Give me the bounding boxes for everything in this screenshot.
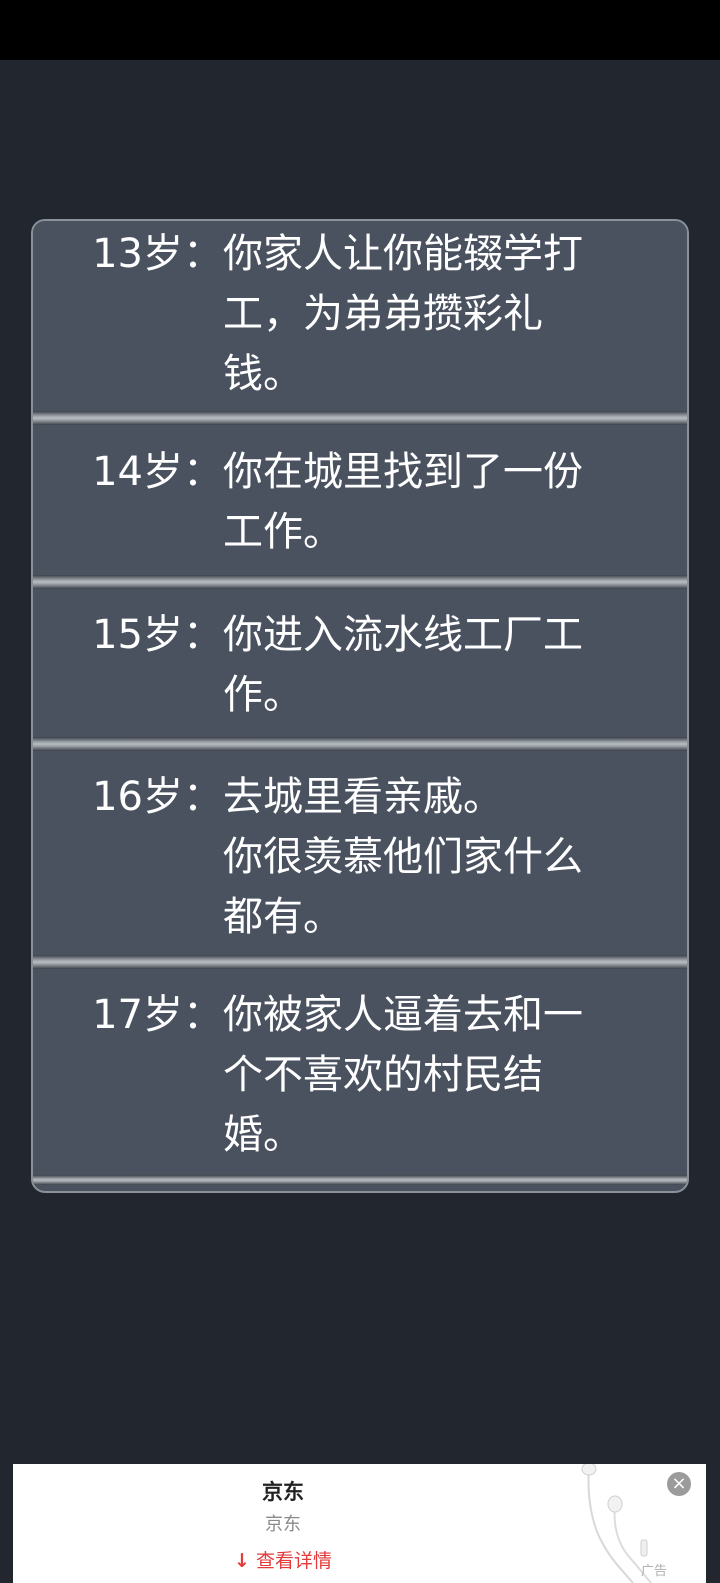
event-separator: [33, 575, 687, 589]
life-event-item: 15岁： 你进入流水线工厂工 作。: [33, 589, 687, 737]
close-icon[interactable]: ×: [667, 1472, 691, 1496]
status-bar: [0, 0, 720, 60]
life-event-item: 17岁： 你被家人逼着去和一 个不喜欢的村民结 婚。: [33, 969, 687, 1175]
ad-banner[interactable]: 京东 京东 ↓ 查看详情 × 广告: [13, 1464, 706, 1583]
event-separator: [33, 955, 687, 969]
ad-title: 京东: [262, 1480, 304, 1504]
download-arrow-icon: ↓: [234, 1550, 250, 1572]
ad-details-link[interactable]: ↓ 查看详情: [13, 1546, 553, 1573]
event-age: 15岁：: [92, 612, 223, 658]
event-separator: [33, 1175, 687, 1185]
ad-badge: 广告: [641, 1564, 668, 1579]
event-text: 你家人让你能辍学打 工，为弟弟攒彩礼 钱。: [223, 231, 583, 397]
life-event-item: 13岁： 你家人让你能辍学打 工，为弟弟攒彩礼 钱。: [33, 221, 687, 411]
ad-subtitle: 京东: [265, 1514, 301, 1535]
event-separator: [33, 737, 687, 751]
event-age: 16岁：: [92, 774, 223, 820]
life-events-panel: 13岁： 你家人让你能辍学打 工，为弟弟攒彩礼 钱。 14岁： 你在城里找到了一…: [31, 219, 689, 1193]
event-text: 你被家人逼着去和一 个不喜欢的村民结 婚。: [223, 992, 583, 1158]
event-text: 你在城里找到了一份 工作。: [223, 449, 583, 555]
life-event-item: 16岁： 去城里看亲戚。 你很羡慕他们家什么 都有。: [33, 751, 687, 955]
event-text: 去城里看亲戚。 你很羡慕他们家什么 都有。: [223, 774, 583, 940]
event-age: 14岁：: [92, 449, 223, 495]
event-text: 你进入流水线工厂工 作。: [223, 612, 583, 718]
ad-details-label: 查看详情: [255, 1550, 332, 1572]
event-separator: [33, 411, 687, 425]
event-age: 17岁：: [92, 992, 223, 1038]
event-age: 13岁：: [92, 231, 223, 277]
life-event-item: 14岁： 你在城里找到了一份 工作。: [33, 425, 687, 575]
